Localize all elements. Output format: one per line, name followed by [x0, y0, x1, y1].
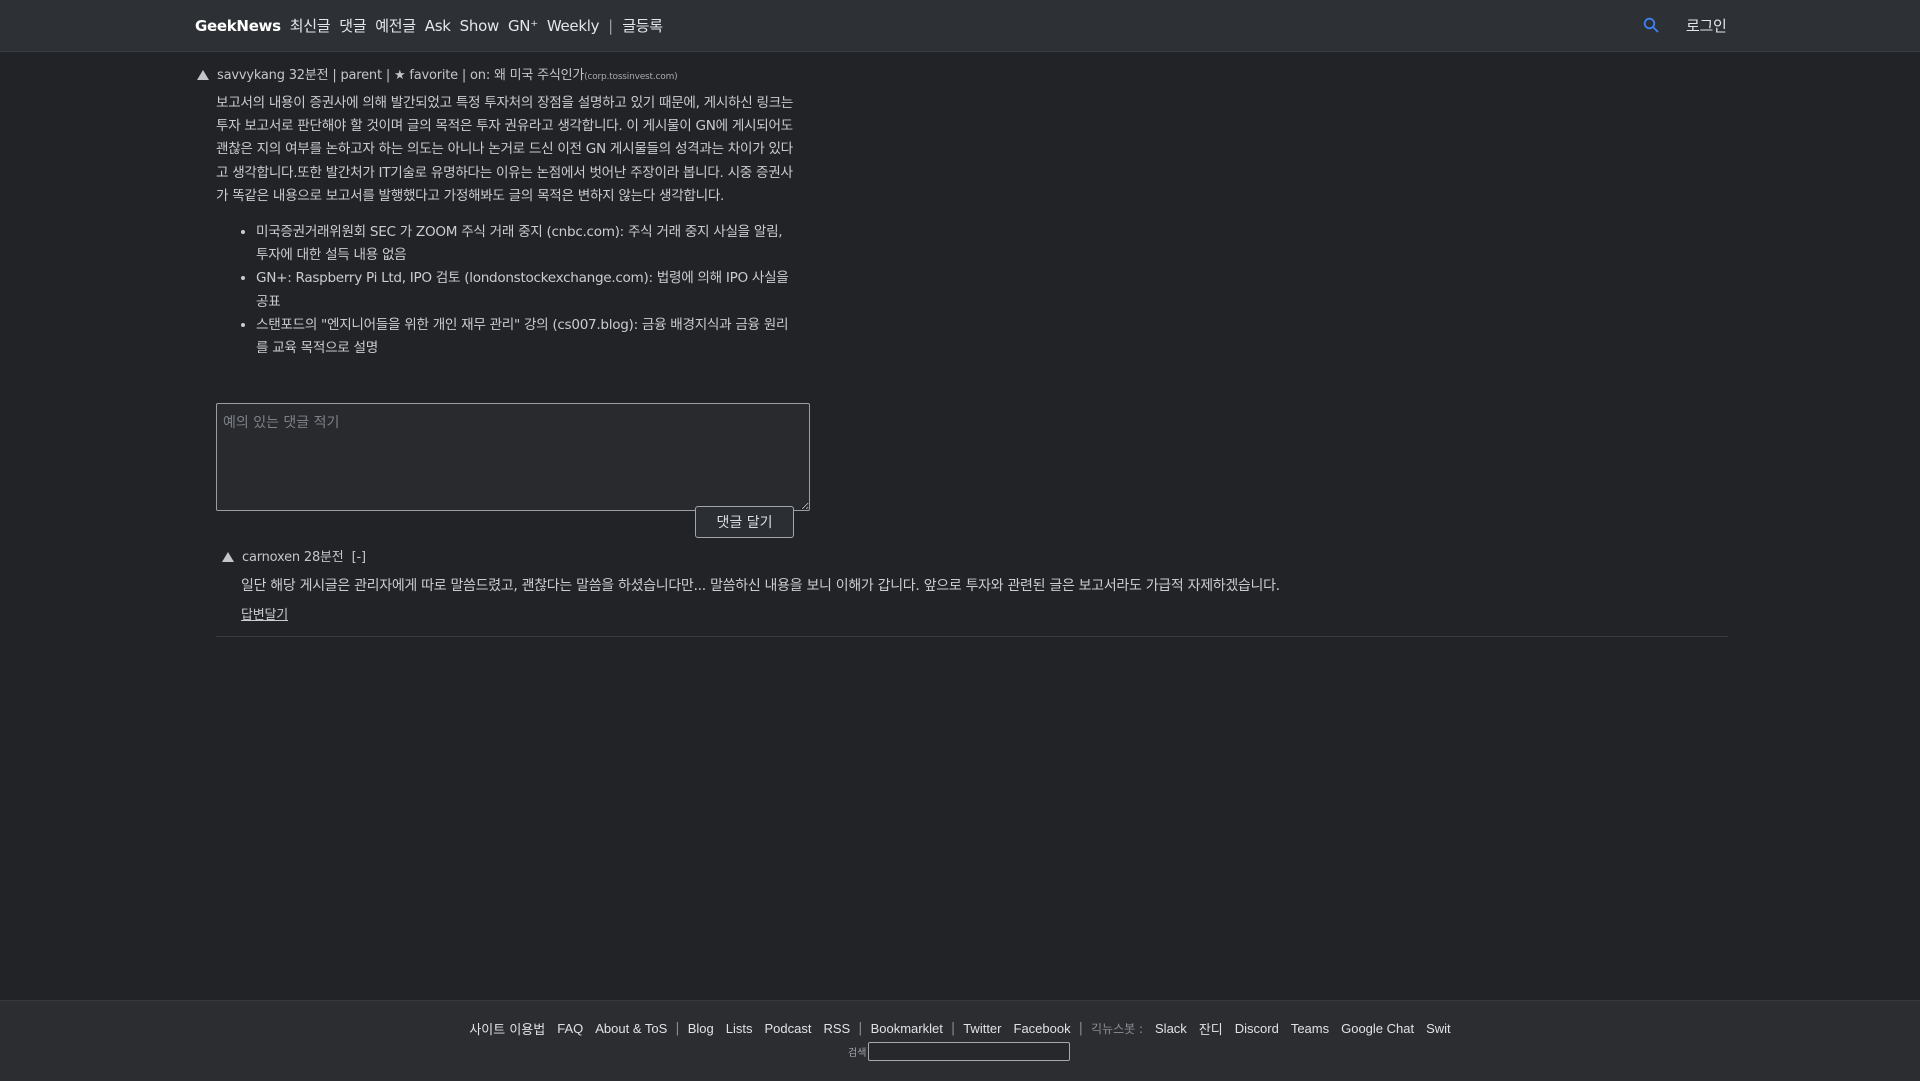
comment-body: 보고서의 내용이 증권사에 의해 발간되었고 특정 투자처의 장점을 설명하고 … — [216, 92, 798, 360]
footer-link-podcast[interactable]: Podcast — [764, 1021, 811, 1036]
comment-paragraph: 보고서의 내용이 증권사에 의해 발간되었고 특정 투자처의 장점을 설명하고 … — [216, 95, 794, 204]
footer-link-discord[interactable]: Discord — [1235, 1021, 1279, 1036]
comment-author[interactable]: savvykang — [217, 68, 285, 83]
search-icon[interactable] — [1643, 17, 1659, 33]
footer-link-bookmarklet[interactable]: Bookmarklet — [871, 1021, 943, 1036]
upvote-icon[interactable] — [222, 552, 234, 562]
login-link[interactable]: 로그인 — [1686, 15, 1727, 36]
footer-link-blog[interactable]: Blog — [688, 1021, 714, 1036]
comment-bullet-list: 미국증권거래위원회 SEC 가 ZOOM 주식 거래 중지 (cnbc.com)… — [216, 221, 798, 360]
meta-separator: | — [461, 68, 467, 83]
footer-link-slack[interactable]: Slack — [1155, 1021, 1187, 1036]
comment-time[interactable]: 32분전 — [289, 64, 329, 83]
nav-item-past[interactable]: 예전글 — [375, 15, 416, 36]
reply-link[interactable]: 답변달기 — [241, 604, 288, 623]
nav-separator: | — [608, 16, 614, 35]
list-item: GN+: Raspberry Pi Ltd, IPO 검토 (londonsto… — [256, 267, 798, 313]
favorite-link[interactable]: ★ favorite — [394, 68, 458, 83]
footer-separator: | — [858, 1021, 863, 1036]
footer-link-swit[interactable]: Swit — [1426, 1021, 1451, 1036]
nav-item-weekly[interactable]: Weekly — [547, 17, 600, 35]
footer-separator: | — [950, 1021, 956, 1036]
story-link[interactable]: 왜 미국 주식인가 — [494, 64, 584, 83]
footer-link-lists[interactable]: Lists — [726, 1021, 753, 1036]
nav-item-comments[interactable]: 댓글 — [339, 15, 366, 36]
bot-label: 긱뉴스봇 : — [1090, 1022, 1144, 1036]
footer-search-input[interactable] — [868, 1042, 1071, 1061]
on-label: on: — [470, 68, 491, 83]
footer-link-rss[interactable]: RSS — [823, 1021, 850, 1036]
parent-link[interactable]: parent — [340, 68, 382, 83]
child-comment-text: 일단 해당 게시글은 관리자에게 따로 말씀드렸고, 괜찮다는 말씀을 하셨습니… — [241, 578, 1280, 594]
footer-separator: | — [1078, 1021, 1083, 1036]
footer-link-jandi[interactable]: 잔디 — [1199, 1019, 1223, 1038]
footer-link-facebook[interactable]: Facebook — [1014, 1021, 1071, 1036]
footer-link-teams[interactable]: Teams — [1291, 1021, 1329, 1036]
main-nav: GeekNews 최신글 댓글 예전글 Ask Show GN⁺ Weekly … — [195, 0, 672, 51]
list-item: 스탠포드의 "엔지니어들을 위한 개인 재무 관리" 강의 (cs007.blo… — [256, 314, 798, 360]
footer-links: 사이트 이용법 FAQ About & ToS | Blog Lists Pod… — [0, 1019, 1920, 1038]
footer-link-google-chat[interactable]: Google Chat — [1341, 1021, 1414, 1036]
child-comment-meta: carnoxen 28분전 [-] — [222, 546, 366, 565]
comment-meta: savvykang 32분전 | parent | ★ favorite | o… — [197, 64, 678, 83]
child-comment-time[interactable]: 28분전 — [304, 546, 344, 565]
meta-separator: | — [332, 68, 337, 83]
footer-link-faq[interactable]: FAQ — [557, 1021, 583, 1036]
nav-item-submit[interactable]: 글등록 — [622, 15, 663, 36]
footer-link-guide[interactable]: 사이트 이용법 — [469, 1019, 545, 1038]
footer-separator: | — [675, 1021, 680, 1036]
nav-item-gnplus[interactable]: GN⁺ — [508, 17, 538, 35]
footer-link-twitter[interactable]: Twitter — [963, 1021, 1001, 1036]
footer-search-label: 검색 — [848, 1048, 867, 1059]
top-navigation-bar: GeekNews 최신글 댓글 예전글 Ask Show GN⁺ Weekly … — [0, 0, 1920, 52]
footer-search: 검색 — [848, 1042, 1071, 1061]
upvote-icon[interactable] — [197, 70, 209, 80]
reply-textarea[interactable] — [216, 403, 810, 511]
story-source: (corp.tossinvest.com) — [584, 72, 678, 82]
footer: 사이트 이용법 FAQ About & ToS | Blog Lists Pod… — [0, 1000, 1920, 1081]
brand-logo-link[interactable]: GeekNews — [195, 17, 281, 35]
child-comment-author[interactable]: carnoxen — [242, 550, 300, 565]
nav-item-latest[interactable]: 최신글 — [290, 15, 331, 36]
comment-divider — [216, 636, 1728, 637]
list-item: 미국증권거래위원회 SEC 가 ZOOM 주식 거래 중지 (cnbc.com)… — [256, 221, 798, 267]
footer-link-about[interactable]: About & ToS — [595, 1021, 667, 1036]
meta-separator: | — [385, 68, 390, 83]
collapse-toggle[interactable]: [-] — [352, 550, 366, 565]
submit-reply-button[interactable]: 댓글 달기 — [695, 506, 794, 538]
nav-item-show[interactable]: Show — [460, 17, 500, 35]
nav-item-ask[interactable]: Ask — [425, 17, 451, 35]
